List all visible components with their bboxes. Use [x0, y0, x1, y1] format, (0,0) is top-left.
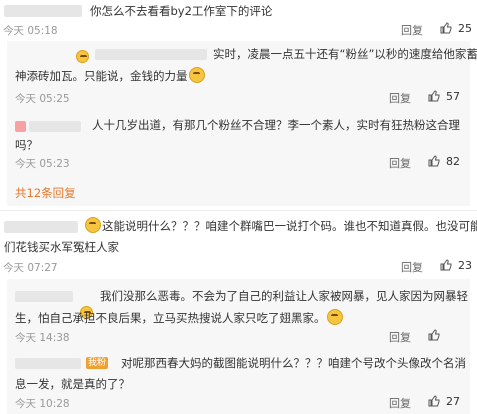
timestamp: 今天 05:25 — [15, 93, 70, 105]
comment-text-cont: 们花钱买水军冤枉人家 — [4, 240, 119, 254]
user-badge — [15, 121, 26, 132]
thumbs-up-icon — [440, 259, 452, 271]
username-blurred[interactable] — [15, 358, 81, 369]
fan-tag: 我粉 — [86, 357, 109, 369]
like-count: 27 — [446, 395, 460, 408]
like-count: 82 — [446, 155, 460, 168]
reply-text: 人十几岁出道，有那几个粉丝不合理？李一个素人，实时有狂热粉这合理 — [92, 118, 460, 132]
like-button[interactable]: 25 — [440, 22, 472, 35]
think-emoji-icon — [85, 217, 101, 233]
username-blurred[interactable] — [95, 49, 207, 60]
reply-button[interactable]: 回复 — [401, 259, 423, 275]
reply-text: 对呢那西春大妈的截图能说明什么？？？咱建个号改个头像改个名消 — [121, 356, 466, 370]
like-button[interactable]: 57 — [428, 90, 460, 103]
more-replies-link[interactable]: 共12条回复 — [15, 185, 76, 201]
like-count: 25 — [458, 22, 472, 35]
thumbs-up-icon — [428, 90, 440, 102]
username-blurred[interactable] — [15, 291, 73, 302]
thumbs-up-icon — [428, 329, 440, 341]
username-blurred[interactable] — [29, 121, 81, 132]
divider — [0, 210, 477, 211]
reply-button[interactable]: 回复 — [401, 22, 423, 38]
comment-text: 这能说明什么？？？咱建个群嘴巴一说打个码。谁也不知道真假。也没可能你 — [84, 215, 477, 237]
timestamp: 今天 07:27 — [3, 262, 58, 274]
like-count: 23 — [458, 259, 472, 272]
like-count: 57 — [446, 90, 460, 103]
like-button[interactable]: 82 — [428, 155, 460, 168]
reply-text-cont: 生，怕自己承担不良后果，立马买热搜说人家只吃了翅黑家。 — [15, 307, 344, 329]
thumbs-up-icon — [428, 155, 440, 167]
avatar-emoji-icon — [76, 50, 89, 63]
reply-text: 我们没那么恶毒。不会为了自己的利益让人家被网暴，见人家因为网暴轻 — [100, 289, 468, 303]
reply-text-cont: 神添砖加瓦。只能说，金钱的力量 — [15, 65, 206, 87]
timestamp: 今天 14:38 — [15, 332, 70, 344]
reply-button[interactable]: 回复 — [389, 329, 411, 345]
timestamp: 今天 05:18 — [3, 25, 58, 37]
reply-button[interactable]: 回复 — [389, 90, 411, 106]
like-button[interactable] — [428, 329, 446, 342]
username-blurred[interactable] — [4, 221, 78, 233]
username-blurred[interactable] — [4, 5, 82, 17]
reply-text-cont: 吗？ — [15, 138, 38, 152]
timestamp: 今天 05:23 — [15, 158, 70, 170]
reply-button[interactable]: 回复 — [389, 155, 411, 171]
like-button[interactable]: 23 — [440, 259, 472, 272]
reply-text: 实时，凌晨一点五十还有“粉丝”以秒的速度给他家蓄 — [213, 47, 477, 61]
reply-button[interactable]: 回复 — [389, 395, 411, 411]
thumbs-up-icon — [428, 395, 440, 407]
reply-text-cont: 息一发，就是真的了？ — [15, 377, 130, 391]
laugh-emoji-icon — [326, 309, 343, 325]
thumbs-up-icon — [440, 22, 452, 34]
like-button[interactable]: 27 — [428, 395, 460, 408]
laugh-emoji-icon — [188, 67, 205, 83]
timestamp: 今天 10:28 — [15, 398, 70, 410]
comment-text: 你怎么不去看看by2工作室下的评论 — [90, 4, 273, 18]
